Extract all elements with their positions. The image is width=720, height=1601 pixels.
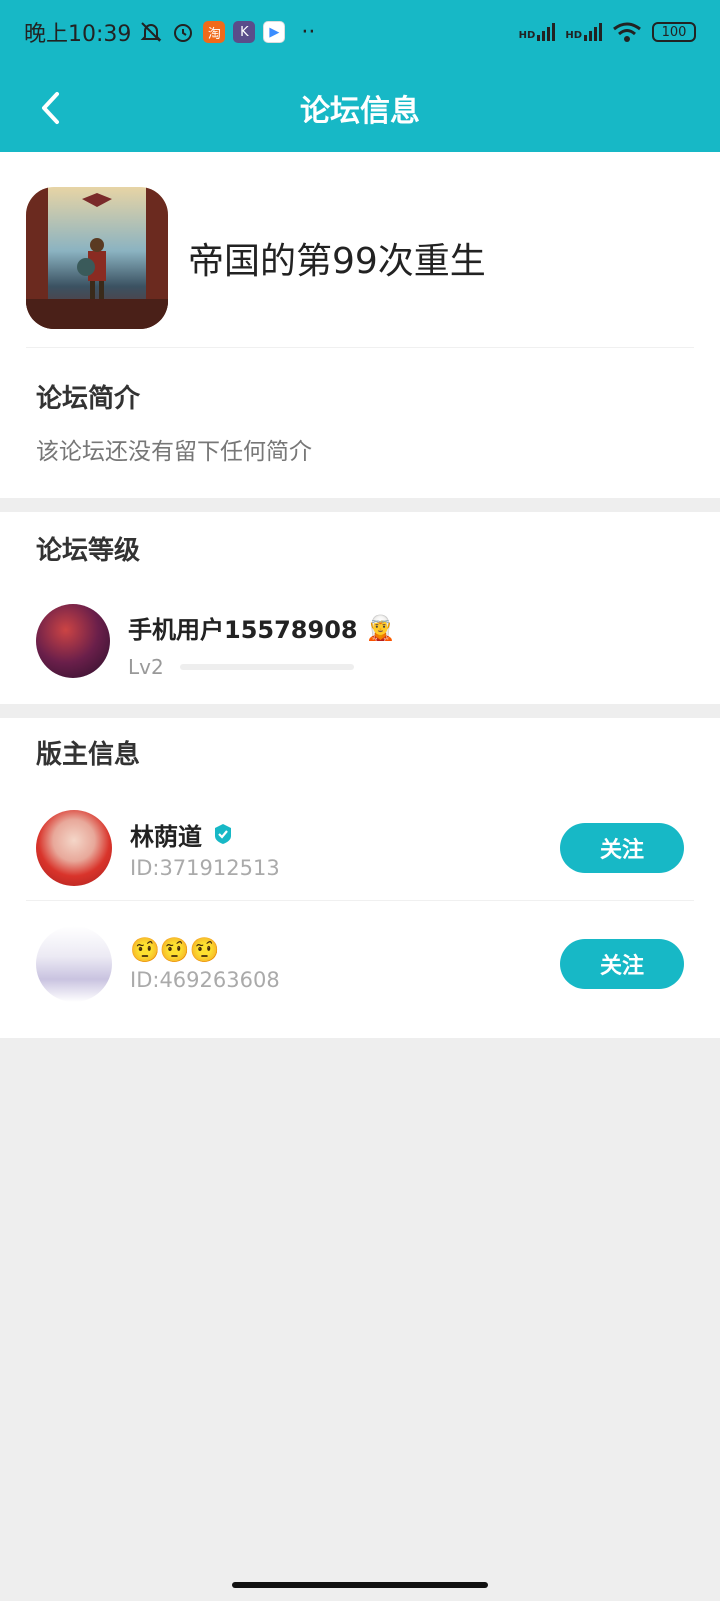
intro-title: 论坛简介 (36, 384, 141, 414)
level-row: Lv2 (128, 655, 395, 679)
forum-level-card: 论坛等级 手机用户15578908 🧝 Lv2 (0, 512, 720, 704)
battery-indicator: 100 (652, 22, 696, 42)
level-label: Lv2 (128, 655, 164, 679)
list-item[interactable]: 🤨🤨🤨 ID:469263608 关注 (36, 926, 684, 1002)
signal-1-icon: HD (519, 23, 556, 41)
avatar[interactable] (36, 926, 112, 1002)
moderator-id: ID:469263608 (130, 968, 280, 992)
avatar[interactable] (36, 810, 112, 886)
mute-bell-icon (140, 22, 162, 42)
forum-info-card: 帝国的第99次重生 论坛简介 该论坛还没有留下任何简介 (0, 152, 720, 498)
moderator-info: 🤨🤨🤨 ID:469263608 (130, 936, 280, 992)
list-item[interactable]: 林荫道 ID:371912513 关注 (36, 810, 684, 886)
user-emoji-icon: 🧝 (365, 613, 396, 642)
moderators-title: 版主信息 (36, 740, 141, 770)
nav-bar: 论坛信息 (0, 64, 720, 152)
divider (26, 347, 694, 348)
follow-button[interactable]: 关注 (560, 823, 684, 873)
avatar[interactable] (36, 604, 110, 678)
follow-button[interactable]: 关注 (560, 939, 684, 989)
forum-avatar (26, 187, 168, 329)
forum-name: 帝国的第99次重生 (188, 241, 486, 282)
level-user-name-row: 手机用户15578908 🧝 (128, 610, 395, 645)
moderator-name-row: 🤨🤨🤨 (130, 936, 280, 964)
divider (26, 900, 694, 901)
moderator-id: ID:371912513 (130, 855, 280, 880)
status-icons: 淘 K ▶ ·· (139, 20, 315, 45)
level-user-row[interactable]: 手机用户15578908 🧝 Lv2 (36, 604, 395, 679)
level-title: 论坛等级 (36, 536, 141, 566)
verified-badge-icon (215, 824, 231, 844)
forum-avatar-image (26, 187, 168, 329)
status-time: 晚上10:39 (24, 22, 132, 47)
status-bar: 晚上10:39 淘 K ▶ ·· HD HD 100 (0, 0, 720, 64)
back-button[interactable] (28, 86, 72, 130)
moderator-name: 林荫道 (130, 822, 202, 851)
home-indicator[interactable] (232, 1582, 488, 1588)
level-user-info: 手机用户15578908 🧝 Lv2 (128, 604, 395, 680)
forum-header: 帝国的第99次重生 (26, 187, 486, 329)
intro-text: 该论坛还没有留下任何简介 (36, 439, 312, 465)
moderators-card: 版主信息 林荫道 ID:371912513 关注 🤨🤨🤨 ID:46926360… (0, 718, 720, 1038)
moderator-info: 林荫道 ID:371912513 (130, 817, 280, 880)
page-title: 论坛信息 (300, 94, 420, 129)
signal-2-icon: HD (565, 23, 602, 41)
status-right: HD HD 100 (519, 21, 696, 43)
k-app-icon: K (233, 21, 256, 43)
taobao-app-icon: 淘 (203, 21, 226, 43)
wifi-icon (613, 22, 641, 42)
level-progress-bar (179, 664, 354, 670)
chevron-left-icon (42, 92, 59, 124)
more-notifications-icon: ·· (301, 19, 316, 45)
alarm-clock-icon (174, 24, 193, 42)
play-app-icon: ▶ (263, 21, 286, 43)
level-user-name: 手机用户15578908 (128, 616, 358, 644)
moderator-name: 🤨🤨🤨 (130, 936, 220, 964)
moderator-name-row: 林荫道 (130, 817, 280, 852)
